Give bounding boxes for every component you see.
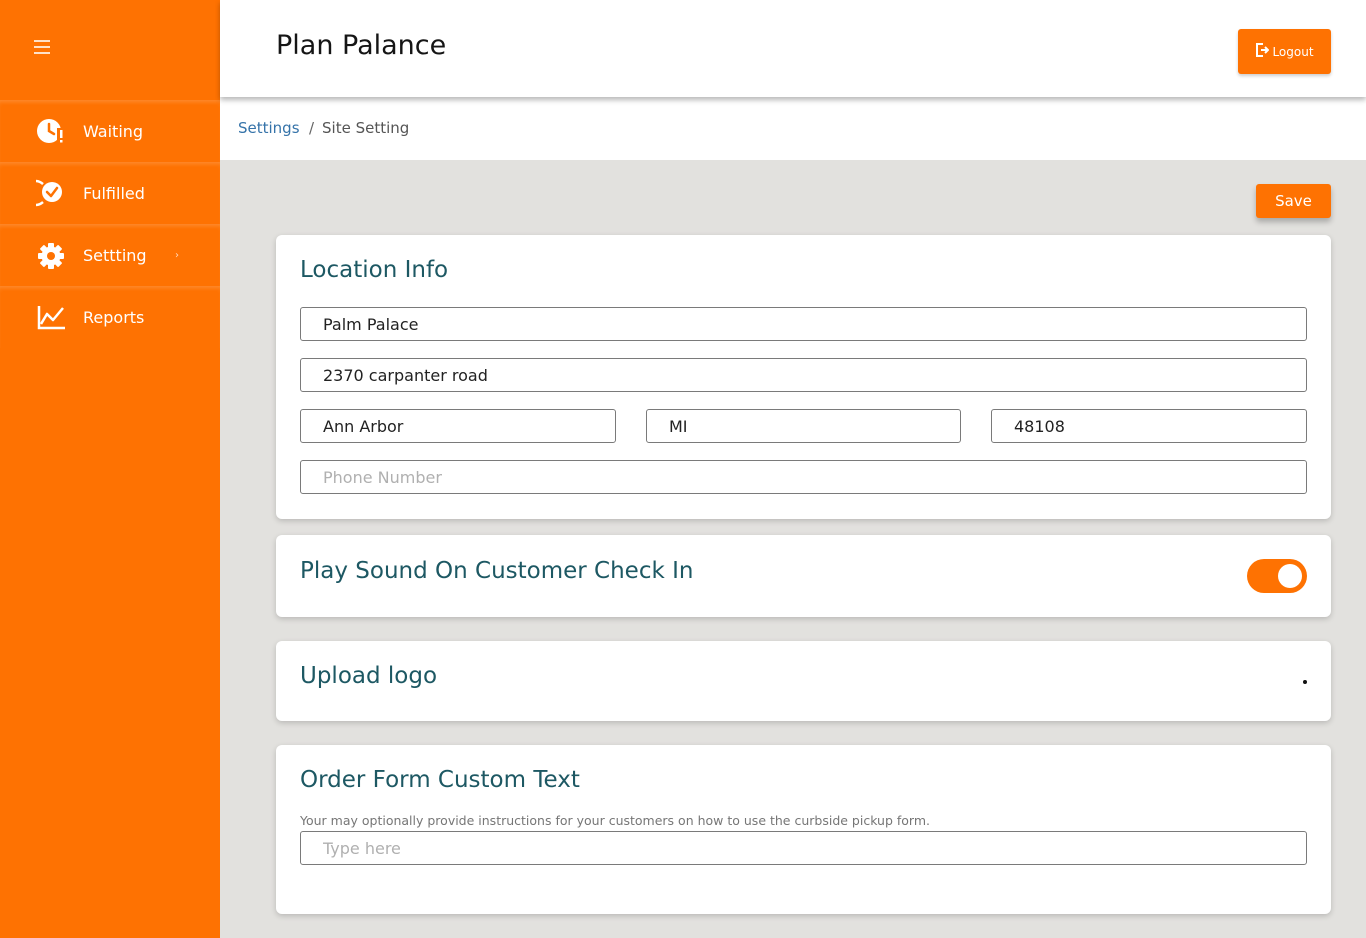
breadcrumb-settings-link[interactable]: Settings	[238, 119, 300, 137]
zip-input[interactable]	[991, 409, 1307, 443]
chevron-right-icon: ›	[175, 249, 179, 261]
sidebar-item-label: Settting	[83, 245, 147, 265]
toggle-knob	[1278, 564, 1302, 588]
city-input[interactable]	[300, 409, 616, 443]
location-info-title: Location Info	[300, 257, 449, 283]
line-chart-icon	[36, 302, 66, 332]
save-button[interactable]: Save	[1256, 184, 1331, 218]
menu-icon[interactable]	[34, 40, 52, 54]
sidebar-item-waiting[interactable]: Waiting	[0, 100, 220, 162]
sidebar: Waiting Fulfilled Settting › Reports	[0, 0, 220, 938]
sidebar-item-label: Fulfilled	[83, 183, 145, 203]
custom-text-card: Order Form Custom Text Your may optional…	[276, 745, 1331, 914]
upload-dot-icon[interactable]	[1303, 680, 1307, 684]
location-info-card: Location Info	[276, 235, 1331, 519]
location-name-input[interactable]	[300, 307, 1307, 341]
logout-label: Logout	[1272, 44, 1314, 59]
logout-icon	[1255, 43, 1270, 60]
sidebar-item-label: Waiting	[83, 121, 144, 141]
breadcrumb-current: Site Setting	[322, 119, 410, 137]
sound-card: Play Sound On Customer Check In	[276, 535, 1331, 617]
logout-button[interactable]: Logout	[1238, 29, 1331, 74]
custom-text-title: Order Form Custom Text	[300, 767, 580, 793]
custom-text-helper: Your may optionally provide instructions…	[300, 813, 930, 828]
custom-text-input[interactable]	[300, 831, 1307, 865]
top-header: Plan Palance Logout	[220, 0, 1366, 97]
breadcrumb-separator: /	[309, 119, 315, 137]
sidebar-item-settings[interactable]: Settting ›	[0, 224, 220, 286]
breadcrumb: Settings / Site Setting	[220, 97, 1366, 160]
sound-toggle[interactable]	[1247, 559, 1307, 593]
gear-icon	[36, 240, 66, 270]
address-input[interactable]	[300, 358, 1307, 392]
sidebar-item-label: Reports	[83, 307, 145, 327]
phone-input[interactable]	[300, 460, 1307, 494]
upload-logo-card: Upload logo	[276, 641, 1331, 721]
clock-alert-icon	[36, 116, 66, 146]
upload-logo-title: Upload logo	[300, 663, 438, 689]
check-circle-icon	[36, 178, 66, 208]
sidebar-item-reports[interactable]: Reports	[0, 286, 220, 348]
sidebar-item-fulfilled[interactable]: Fulfilled	[0, 162, 220, 224]
app-title: Plan Palance	[276, 30, 447, 61]
state-input[interactable]	[646, 409, 961, 443]
sound-title: Play Sound On Customer Check In	[300, 558, 694, 584]
